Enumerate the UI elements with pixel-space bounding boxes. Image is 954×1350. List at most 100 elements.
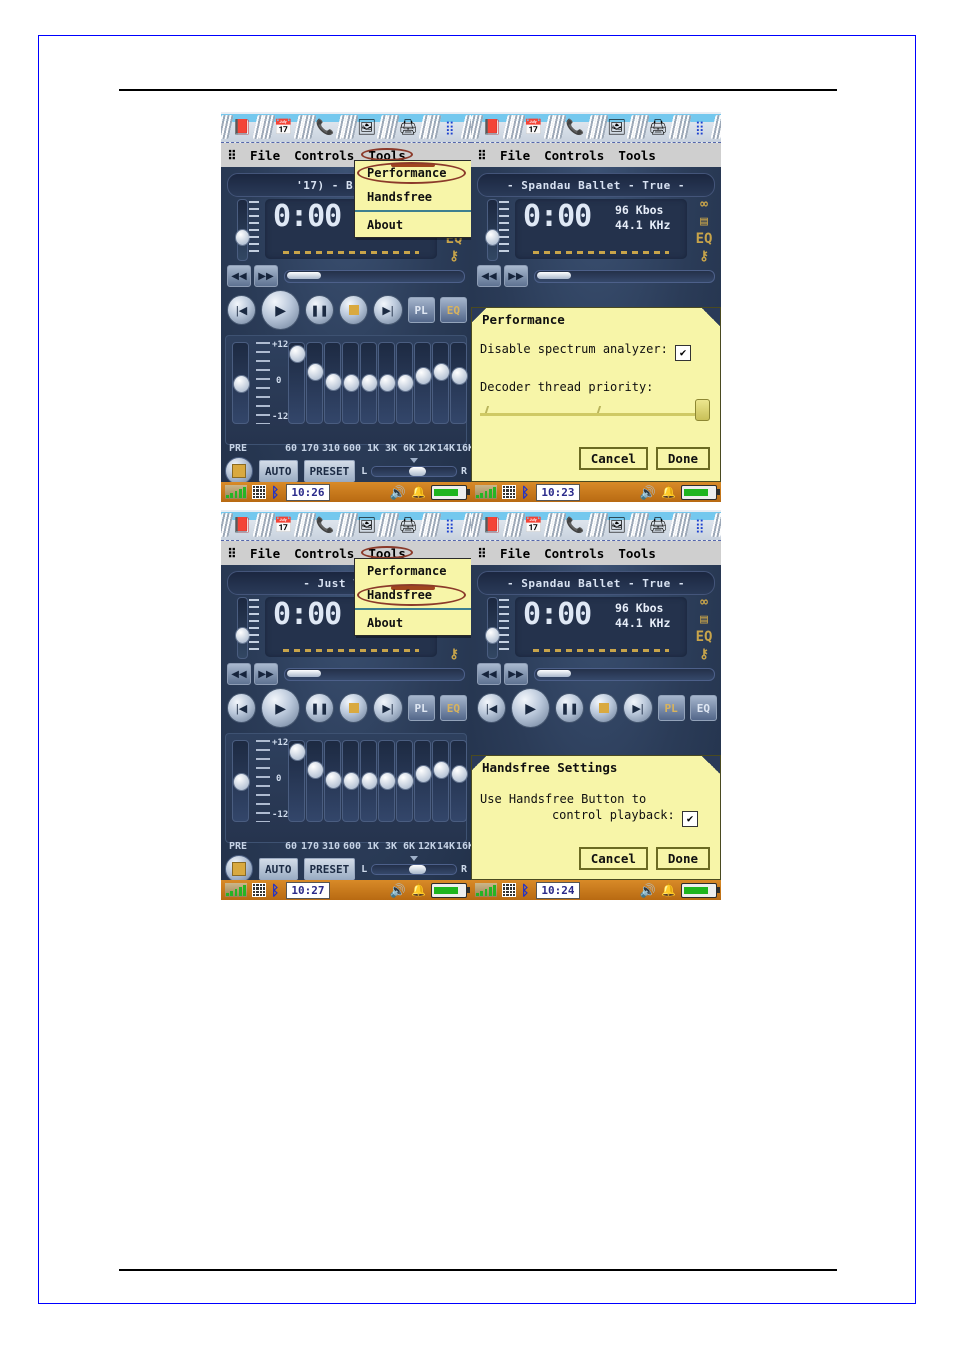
volume-slider[interactable] [231,199,261,261]
phone-icon[interactable]: 📞 [549,510,601,540]
eq-slider-6k[interactable] [396,342,414,424]
rewind-icon[interactable]: ◀◀ [477,265,501,287]
next-track-icon[interactable]: ▶| [373,295,403,325]
keypad-icon[interactable] [502,883,516,897]
eq-slider-600[interactable] [342,342,360,424]
bluetooth-icon[interactable]: ᛒ [521,883,529,897]
prev-track-icon[interactable]: |◀ [477,693,507,723]
menu-controls[interactable]: Controls [287,148,361,163]
eq-slider-600[interactable] [342,740,360,822]
playlist-button[interactable]: PL [657,695,685,721]
eq-indicator[interactable]: EQ [696,629,713,645]
playlist-button[interactable]: PL [407,297,435,323]
eq-slider-12k[interactable] [414,342,432,424]
app-menu-icon[interactable]: ⠿ [471,148,493,163]
volume-knob[interactable] [485,627,500,644]
priority-thumb[interactable] [695,399,710,421]
phone-icon[interactable]: 📞 [549,112,601,142]
status-clock[interactable]: 10:27 [286,881,330,899]
hotsync-icon[interactable]: 🖨 [382,510,434,540]
menu-item-performance[interactable]: Performance [355,559,471,583]
power-button[interactable] [225,457,253,485]
speaker-icon[interactable]: 🔊 [640,884,656,897]
eq-slider-60[interactable] [288,342,306,424]
prev-track-icon[interactable]: |◀ [227,693,257,723]
menu-item-performance[interactable]: Performance [355,161,471,185]
contacts-icon[interactable]: 🖼 [591,112,642,142]
shuffle-icon[interactable]: ▤ [700,612,708,627]
shuffle-icon[interactable]: ▤ [700,214,708,229]
seek-bar[interactable] [284,269,465,283]
auto-button[interactable]: AUTO [259,460,298,482]
seek-thumb[interactable] [537,271,571,279]
decoder-priority-slider[interactable] [480,399,710,421]
eq-slider-170[interactable] [306,740,324,822]
eq-slider-310[interactable] [324,740,342,822]
book-icon[interactable]: 📕 [221,510,268,540]
tools-dropdown-menu[interactable]: Performance Handsfree About [354,160,471,238]
balance-thumb[interactable] [409,864,427,874]
eq-slider-6k[interactable] [396,740,414,822]
play-icon[interactable]: ▶ [511,688,551,728]
next-track-icon[interactable]: ▶| [623,693,653,723]
eq-slider-310[interactable] [324,342,342,424]
done-button[interactable]: Done [655,847,710,870]
cancel-button[interactable]: Cancel [578,447,648,470]
equalizer-button[interactable]: EQ [439,695,468,721]
disable-spectrum-checkbox[interactable]: ✔ [675,345,692,361]
alarm-icon[interactable]: 🔔 [661,884,676,896]
app-menu-icon[interactable]: ⠿ [221,546,243,561]
eq-slider-60[interactable] [288,740,306,822]
app-menu-icon[interactable]: ⠿ [471,546,493,561]
apps-grid-icon[interactable]: ⣿ [674,510,721,540]
menu-item-about[interactable]: About [355,213,471,237]
pause-icon[interactable]: ❚❚ [555,693,585,723]
rewind-icon[interactable]: ◀◀ [227,265,251,287]
cancel-button[interactable]: Cancel [578,847,648,870]
fast-forward-icon[interactable]: ▶▶ [254,265,278,287]
balance-thumb[interactable] [409,466,427,476]
datebook-icon[interactable]: 📅 [258,510,309,540]
status-clock[interactable]: 10:26 [286,483,330,501]
eq-slider-1k[interactable] [360,740,378,822]
volume-knob[interactable] [235,229,250,246]
datebook-icon[interactable]: 📅 [258,112,309,142]
eq-slider-pre[interactable] [232,740,250,822]
menu-file[interactable]: File [493,148,537,163]
keypad-icon[interactable] [502,485,516,499]
hotsync-icon[interactable]: 🖨 [382,112,434,142]
menu-file[interactable]: File [243,148,287,163]
speaker-icon[interactable]: 🔊 [390,486,406,499]
apps-grid-icon[interactable]: ⣿ [674,112,721,142]
eq-slider-16k[interactable] [450,342,468,424]
hotsync-icon[interactable]: 🖨 [632,112,684,142]
menu-controls[interactable]: Controls [537,148,611,163]
keypad-icon[interactable] [252,485,266,499]
menu-controls[interactable]: Controls [537,546,611,561]
pause-icon[interactable]: ❚❚ [305,693,335,723]
playlist-button[interactable]: PL [407,695,435,721]
menu-file[interactable]: File [493,546,537,561]
fast-forward-icon[interactable]: ▶▶ [504,663,528,685]
repeat-icon[interactable]: ∞ [700,197,708,212]
datebook-icon[interactable]: 📅 [508,112,559,142]
handsfree-checkbox[interactable]: ✔ [682,811,698,827]
contacts-icon[interactable]: 🖼 [591,510,642,540]
seek-bar[interactable] [534,269,715,283]
auto-button[interactable]: AUTO [259,858,298,880]
equalizer-button[interactable]: EQ [689,695,718,721]
bluetooth-icon[interactable]: ᛒ [271,883,279,897]
volume-slider[interactable] [481,199,511,261]
equalizer-button[interactable]: EQ [439,297,468,323]
tools-dropdown-menu[interactable]: Performance Handsfree About [354,558,471,636]
contacts-icon[interactable]: 🖼 [341,510,392,540]
eq-slider-12k[interactable] [414,740,432,822]
alarm-icon[interactable]: 🔔 [411,486,426,498]
book-icon[interactable]: 📕 [221,112,268,142]
menu-item-about[interactable]: About [355,611,471,635]
volume-knob[interactable] [235,627,250,644]
menu-controls[interactable]: Controls [287,546,361,561]
alarm-icon[interactable]: 🔔 [411,884,426,896]
prev-track-icon[interactable]: |◀ [227,295,257,325]
preset-button[interactable]: PRESET [303,460,356,482]
